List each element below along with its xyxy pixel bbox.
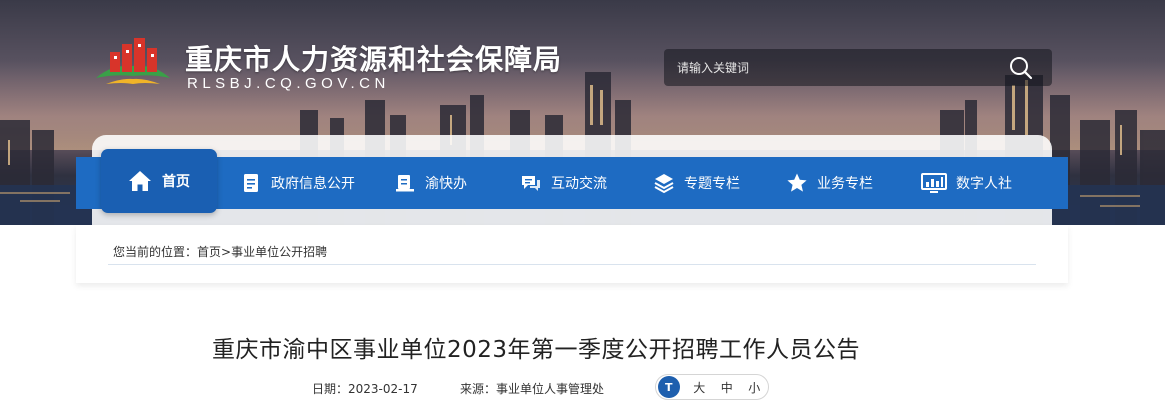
nav-item-label: 政府信息公开 (271, 176, 355, 192)
nav-item-label: 渝快办 (425, 176, 467, 192)
nav-item-interaction[interactable]: 互动交流 (520, 157, 607, 209)
chat-icon (522, 176, 540, 191)
source-value: 事业单位人事管理处 (496, 382, 605, 396)
font-size-medium-button[interactable]: 中 (713, 379, 740, 396)
nav-item-label: 互动交流 (551, 176, 607, 192)
nav-item-label: 业务专栏 (817, 176, 873, 192)
home-icon (129, 171, 151, 191)
nav-item-label: 首页 (162, 174, 190, 190)
breadcrumb-current-link[interactable]: 事业单位公开招聘 (231, 245, 327, 259)
breadcrumb-home-link[interactable]: 首页 (197, 245, 221, 259)
nav-item-label: 数字人社 (956, 176, 1012, 192)
date-value: 2023-02-17 (348, 382, 418, 396)
search-icon[interactable] (1008, 55, 1034, 81)
font-size-large-button[interactable]: 大 (686, 379, 713, 396)
breadcrumb-divider (108, 264, 1036, 265)
document-icon (244, 174, 258, 192)
breadcrumb-prefix: 您当前的位置： (113, 245, 198, 259)
nav-item-home[interactable]: 首页 (101, 149, 217, 213)
nav-item-business[interactable]: 业务专栏 (786, 157, 873, 209)
nav-item-yukuaiban[interactable]: 渝快办 (394, 157, 467, 209)
layers-icon (654, 174, 674, 194)
font-size-icon: T (658, 376, 680, 398)
monitor-chart-icon (921, 173, 947, 193)
search-box (664, 49, 1052, 86)
article-date: 日期：2023-02-17 (312, 380, 418, 397)
nav-item-digital[interactable]: 数字人社 (921, 157, 1012, 209)
article-title: 重庆市渝中区事业单位2023年第一季度公开招聘工作人员公告 (212, 337, 861, 363)
date-label: 日期： (312, 382, 349, 396)
site-domain: RLSBJ.CQ.GOV.CN (187, 75, 390, 92)
desk-icon (396, 175, 414, 192)
main-nav: 政府信息公开 渝快办 互动交流 专题专栏 业务专栏 数字人社 (76, 157, 1068, 209)
bureau-logo (96, 38, 170, 84)
font-size-switcher: T 大 中 小 (655, 374, 769, 400)
star-icon (787, 173, 807, 192)
nav-item-special-topics[interactable]: 专题专栏 (653, 157, 740, 209)
site-title: 重庆市人力资源和社会保障局 (185, 43, 563, 76)
breadcrumb: 您当前的位置：首页>事业单位公开招聘 (113, 243, 327, 260)
nav-item-label: 专题专栏 (684, 176, 740, 192)
source-label: 来源： (460, 382, 497, 396)
search-input[interactable] (664, 49, 1004, 86)
breadcrumb-separator: > (221, 245, 232, 259)
font-size-small-button[interactable]: 小 (741, 379, 768, 396)
article-source: 来源：事业单位人事管理处 (460, 380, 604, 397)
nav-item-gov-info[interactable]: 政府信息公开 (240, 157, 355, 209)
